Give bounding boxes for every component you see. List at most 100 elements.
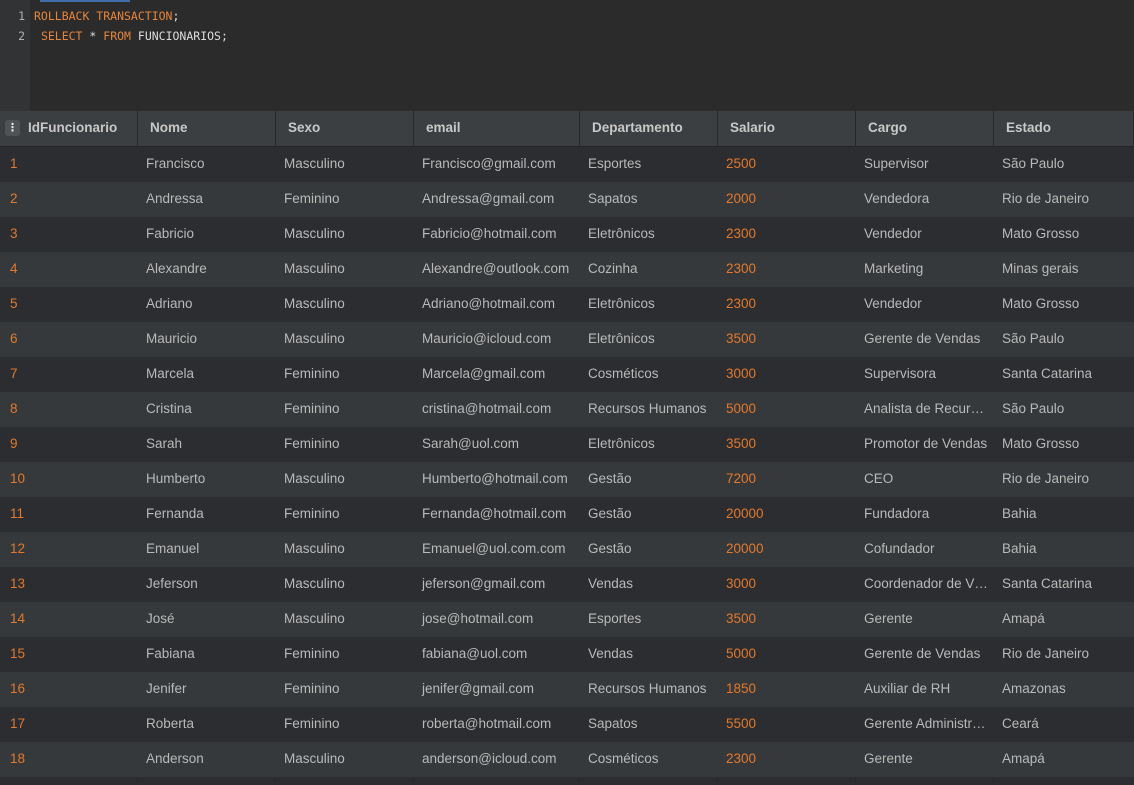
cell-estado[interactable]: Ceará — [994, 707, 1134, 742]
cell-estado[interactable]: Amazonas — [994, 672, 1134, 707]
cell-idfuncionario[interactable]: 17 — [0, 707, 138, 742]
cell-sexo[interactable]: Masculino — [276, 462, 414, 497]
cell-nome[interactable]: Fabricio — [138, 217, 276, 252]
cell-idfuncionario[interactable]: 7 — [0, 357, 138, 392]
cell-sexo[interactable]: Masculino — [276, 252, 414, 287]
cell-idfuncionario[interactable]: 13 — [0, 567, 138, 602]
column-header-nome[interactable]: Nome — [138, 111, 276, 147]
cell-nome[interactable]: Jeferson — [138, 567, 276, 602]
table-row[interactable]: 7 Marcela Feminino Marcela@gmail.com Cosméti… — [0, 357, 1134, 392]
table-row[interactable]: 18 Anderson Masculino anderson@icloud.com Co… — [0, 742, 1134, 777]
cell-email[interactable]: Emanuel@uol.com.com — [414, 532, 580, 567]
table-row[interactable]: 6 Mauricio Masculino Mauricio@icloud.com Ele… — [0, 322, 1134, 357]
cell-email[interactable]: cristina@hotmail.com — [414, 392, 580, 427]
cell-estado[interactable]: São Paulo — [994, 392, 1134, 427]
cell-cargo[interactable]: Gerente Administr… — [856, 707, 994, 742]
column-header-idfuncionario[interactable]: IdFuncionario — [0, 111, 138, 147]
cell-departamento[interactable]: Vendas — [580, 567, 718, 602]
cell-email[interactable]: Marcela@gmail.com — [414, 357, 580, 392]
cell-estado[interactable]: São Paulo — [994, 147, 1134, 182]
cell-cargo[interactable]: Coordenador de V… — [856, 567, 994, 602]
cell-estado[interactable]: Rio de Janeiro — [994, 182, 1134, 217]
table-row[interactable]: 14 José Masculino jose@hotmail.com Esportes 3… — [0, 602, 1134, 637]
cell-estado[interactable]: Bahia — [994, 532, 1134, 567]
cell-email[interactable]: Andressa@gmail.com — [414, 182, 580, 217]
table-row[interactable]: 10 Humberto Masculino Humberto@hotmail.com G… — [0, 462, 1134, 497]
cell-idfuncionario[interactable]: 11 — [0, 497, 138, 532]
cell-sexo[interactable]: Masculino — [276, 147, 414, 182]
cell-idfuncionario[interactable]: 18 — [0, 742, 138, 777]
cell-estado[interactable]: Rio de Janeiro — [994, 462, 1134, 497]
cell-idfuncionario[interactable]: 4 — [0, 252, 138, 287]
cell-estado[interactable]: Amapá — [994, 742, 1134, 777]
cell-email[interactable]: Francisco@gmail.com — [414, 147, 580, 182]
cell-email[interactable]: Sarah@uol.com — [414, 427, 580, 462]
cell-email[interactable]: fabiana@uol.com — [414, 637, 580, 672]
cell-sexo[interactable]: Feminino — [276, 357, 414, 392]
cell-idfuncionario[interactable]: 8 — [0, 392, 138, 427]
cell-departamento[interactable]: Eletrônicos — [580, 427, 718, 462]
column-header-departamento[interactable]: Departamento — [580, 111, 718, 147]
cell-departamento[interactable]: Cosméticos — [580, 357, 718, 392]
table-row[interactable]: 16 Jenifer Feminino jenifer@gmail.com Recurs… — [0, 672, 1134, 707]
cell-nome[interactable]: Jenifer — [138, 672, 276, 707]
cell-salario[interactable]: 5500 — [718, 707, 856, 742]
cell-idfuncionario[interactable]: 15 — [0, 637, 138, 672]
cell-salario[interactable]: 5000 — [718, 637, 856, 672]
cell-departamento[interactable]: Vendas — [580, 637, 718, 672]
cell-sexo[interactable]: Masculino — [276, 217, 414, 252]
column-header-email[interactable]: email — [414, 111, 580, 147]
table-row[interactable]: 12 Emanuel Masculino Emanuel@uol.com.com Ges… — [0, 532, 1134, 567]
cell-cargo[interactable]: Supervisora — [856, 357, 994, 392]
column-header-salario[interactable]: Salario — [718, 111, 856, 147]
cell-estado[interactable]: Mato Grosso — [994, 287, 1134, 322]
cell-salario[interactable]: 2300 — [718, 252, 856, 287]
cell-cargo[interactable]: Gerente — [856, 602, 994, 637]
cell-sexo[interactable]: Feminino — [276, 707, 414, 742]
cell-sexo[interactable]: Feminino — [276, 427, 414, 462]
cell-email[interactable]: jose@hotmail.com — [414, 602, 580, 637]
cell-idfuncionario[interactable]: 2 — [0, 182, 138, 217]
cell-departamento[interactable]: Cosméticos — [580, 742, 718, 777]
cell-cargo[interactable]: Gerente — [856, 742, 994, 777]
cell-departamento[interactable]: Eletrônicos — [580, 322, 718, 357]
cell-departamento[interactable]: Eletrônicos — [580, 287, 718, 322]
cell-cargo[interactable]: Marketing — [856, 252, 994, 287]
cell-nome[interactable]: Mauricio — [138, 322, 276, 357]
cell-nome[interactable]: Andressa — [138, 182, 276, 217]
cell-estado[interactable]: Rio de Janeiro — [994, 637, 1134, 672]
cell-email[interactable]: anderson@icloud.com — [414, 742, 580, 777]
cell-estado[interactable]: Santa Catarina — [994, 357, 1134, 392]
table-row[interactable]: 13 Jeferson Masculino jeferson@gmail.com Ven… — [0, 567, 1134, 602]
cell-email[interactable]: Alexandre@outlook.com — [414, 252, 580, 287]
cell-idfuncionario[interactable]: 5 — [0, 287, 138, 322]
cell-sexo[interactable]: Feminino — [276, 672, 414, 707]
cell-sexo[interactable]: Feminino — [276, 392, 414, 427]
cell-email[interactable]: roberta@hotmail.com — [414, 707, 580, 742]
cell-departamento[interactable]: Eletrônicos — [580, 217, 718, 252]
cell-sexo[interactable]: Masculino — [276, 322, 414, 357]
cell-salario[interactable]: 3500 — [718, 602, 856, 637]
cell-email[interactable]: Mauricio@icloud.com — [414, 322, 580, 357]
cell-departamento[interactable]: Sapatos — [580, 707, 718, 742]
cell-nome[interactable]: Francisco — [138, 147, 276, 182]
table-row[interactable]: 2 Andressa Feminino Andressa@gmail.com Sapat… — [0, 182, 1134, 217]
table-row[interactable]: 4 Alexandre Masculino Alexandre@outlook.com… — [0, 252, 1134, 287]
cell-nome[interactable]: Roberta — [138, 707, 276, 742]
table-row[interactable]: 1 Francisco Masculino Francisco@gmail.com Es… — [0, 147, 1134, 182]
cell-nome[interactable]: Marcela — [138, 357, 276, 392]
cell-salario[interactable]: 3500 — [718, 427, 856, 462]
cell-sexo[interactable]: Feminino — [276, 182, 414, 217]
column-header-sexo[interactable]: Sexo — [276, 111, 414, 147]
code-text[interactable]: ROLLBACK TRANSACTION; — [34, 6, 179, 26]
cell-nome[interactable]: Adriano — [138, 287, 276, 322]
cell-sexo[interactable]: Masculino — [276, 742, 414, 777]
cell-estado[interactable]: Minas gerais — [994, 252, 1134, 287]
table-row[interactable]: 17 Roberta Feminino roberta@hotmail.com Sapa… — [0, 707, 1134, 742]
cell-estado[interactable]: Santa Catarina — [994, 567, 1134, 602]
cell-departamento[interactable]: Gestão — [580, 462, 718, 497]
cell-salario[interactable]: 20000 — [718, 497, 856, 532]
table-row[interactable]: 8 Cristina Feminino cristina@hotmail.com Rec… — [0, 392, 1134, 427]
column-menu-icon[interactable]: ⋮ — [5, 120, 20, 136]
table-row[interactable]: 15 Fabiana Feminino fabiana@uol.com Vendas 50… — [0, 637, 1134, 672]
